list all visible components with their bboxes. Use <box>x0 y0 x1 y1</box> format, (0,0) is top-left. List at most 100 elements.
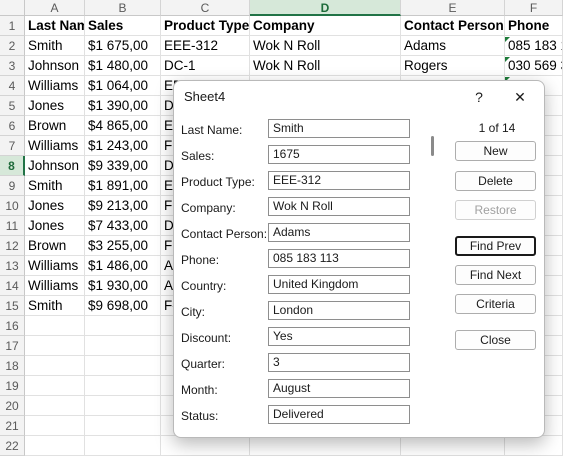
cell-sales[interactable]: $1 675,00 <box>85 36 161 56</box>
row-header[interactable]: 20 <box>0 396 25 416</box>
record-scrollbar-thumb[interactable] <box>431 136 434 156</box>
row-header[interactable]: 10 <box>0 196 25 216</box>
phone-field[interactable]: 085 183 113 <box>268 249 410 268</box>
month-field[interactable]: August <box>268 379 410 398</box>
cell-last-name[interactable]: Brown <box>25 116 85 136</box>
empty-cell[interactable] <box>250 436 401 456</box>
cell-last-name[interactable]: Jones <box>25 196 85 216</box>
cell-sales[interactable]: $9 339,00 <box>85 156 161 176</box>
close-icon[interactable]: ✕ <box>510 87 530 107</box>
row-header[interactable]: 19 <box>0 376 25 396</box>
cell-contact-person[interactable]: Rogers <box>401 56 505 76</box>
cell-sales[interactable]: $9 213,00 <box>85 196 161 216</box>
company-field[interactable]: Wok N Roll <box>268 197 410 216</box>
row-header[interactable]: 14 <box>0 276 25 296</box>
cell-product-type[interactable]: EEE-312 <box>161 36 250 56</box>
cell-last-name[interactable]: Smith <box>25 296 85 316</box>
row-header[interactable]: 17 <box>0 336 25 356</box>
cell-last-name[interactable]: Johnson <box>25 56 85 76</box>
header-cell-product-type[interactable]: Product Type <box>161 16 250 36</box>
discount-field[interactable]: Yes <box>268 327 410 346</box>
column-header-b[interactable]: B <box>85 0 161 16</box>
cell-phone[interactable]: 085 183 1 <box>505 36 563 56</box>
empty-cell[interactable] <box>25 336 85 356</box>
header-cell-contact-person[interactable]: Contact Person <box>401 16 505 36</box>
column-header-a[interactable]: A <box>25 0 85 16</box>
row-header[interactable]: 12 <box>0 236 25 256</box>
row-header[interactable]: 15 <box>0 296 25 316</box>
row-header[interactable]: 18 <box>0 356 25 376</box>
empty-cell[interactable] <box>25 396 85 416</box>
cell-sales[interactable]: $1 480,00 <box>85 56 161 76</box>
column-header-e[interactable]: E <box>401 0 505 16</box>
close-button[interactable]: Close <box>455 330 536 350</box>
cell-last-name[interactable]: Johnson <box>25 156 85 176</box>
quarter-field[interactable]: 3 <box>268 353 410 372</box>
row-header[interactable]: 5 <box>0 96 25 116</box>
find-prev-button[interactable]: Find Prev <box>455 236 536 256</box>
cell-company[interactable]: Wok N Roll <box>250 36 401 56</box>
empty-cell[interactable] <box>25 416 85 436</box>
row-header[interactable]: 16 <box>0 316 25 336</box>
empty-cell[interactable] <box>25 436 85 456</box>
row-header[interactable]: 1 <box>0 16 25 36</box>
cell-last-name[interactable]: Jones <box>25 96 85 116</box>
row-header[interactable]: 21 <box>0 416 25 436</box>
cell-last-name[interactable]: Smith <box>25 176 85 196</box>
cell-last-name[interactable]: Williams <box>25 76 85 96</box>
country-field[interactable]: United Kingdom <box>268 275 410 294</box>
cell-product-type[interactable]: DC-1 <box>161 56 250 76</box>
header-cell-sales[interactable]: Sales <box>85 16 161 36</box>
empty-cell[interactable] <box>85 436 161 456</box>
cell-last-name[interactable]: Williams <box>25 276 85 296</box>
cell-sales[interactable]: $9 698,00 <box>85 296 161 316</box>
row-header[interactable]: 6 <box>0 116 25 136</box>
new-button[interactable]: New <box>455 141 536 161</box>
header-cell-last-name[interactable]: Last Name <box>25 16 85 36</box>
delete-button[interactable]: Delete <box>455 171 536 191</box>
row-header[interactable]: 2 <box>0 36 25 56</box>
dialog-titlebar[interactable]: Sheet4 ? ✕ <box>174 81 544 112</box>
cell-last-name[interactable]: Brown <box>25 236 85 256</box>
empty-cell[interactable] <box>505 436 563 456</box>
row-header[interactable]: 11 <box>0 216 25 236</box>
cell-contact-person[interactable]: Adams <box>401 36 505 56</box>
empty-cell[interactable] <box>85 316 161 336</box>
cell-sales[interactable]: $1 930,00 <box>85 276 161 296</box>
row-header[interactable]: 7 <box>0 136 25 156</box>
city-field[interactable]: London <box>268 301 410 320</box>
row-header[interactable]: 22 <box>0 436 25 456</box>
cell-sales[interactable]: $1 243,00 <box>85 136 161 156</box>
empty-cell[interactable] <box>161 436 250 456</box>
column-header-d[interactable]: D <box>250 0 401 16</box>
row-header[interactable]: 13 <box>0 256 25 276</box>
row-header[interactable]: 3 <box>0 56 25 76</box>
cell-sales[interactable]: $4 865,00 <box>85 116 161 136</box>
cell-last-name[interactable]: Smith <box>25 36 85 56</box>
last-name-field[interactable]: Smith <box>268 119 410 138</box>
cell-last-name[interactable]: Williams <box>25 256 85 276</box>
cell-sales[interactable]: $1 064,00 <box>85 76 161 96</box>
empty-cell[interactable] <box>25 316 85 336</box>
cell-sales[interactable]: $7 433,00 <box>85 216 161 236</box>
cell-sales[interactable]: $1 891,00 <box>85 176 161 196</box>
cell-sales[interactable]: $1 486,00 <box>85 256 161 276</box>
status-field[interactable]: Delivered <box>268 405 410 424</box>
empty-cell[interactable] <box>85 336 161 356</box>
empty-cell[interactable] <box>85 376 161 396</box>
empty-cell[interactable] <box>85 396 161 416</box>
column-header-f[interactable]: F <box>505 0 563 16</box>
empty-cell[interactable] <box>85 416 161 436</box>
header-cell-company[interactable]: Company <box>250 16 401 36</box>
select-all-corner[interactable] <box>0 0 25 16</box>
row-header[interactable]: 8 <box>0 156 25 176</box>
criteria-button[interactable]: Criteria <box>455 294 536 314</box>
sales-field[interactable]: 1675 <box>268 145 410 164</box>
empty-cell[interactable] <box>25 356 85 376</box>
product-type-field[interactable]: EEE-312 <box>268 171 410 190</box>
cell-sales[interactable]: $1 390,00 <box>85 96 161 116</box>
row-header[interactable]: 9 <box>0 176 25 196</box>
help-icon[interactable]: ? <box>469 87 489 107</box>
empty-cell[interactable] <box>25 376 85 396</box>
cell-last-name[interactable]: Williams <box>25 136 85 156</box>
